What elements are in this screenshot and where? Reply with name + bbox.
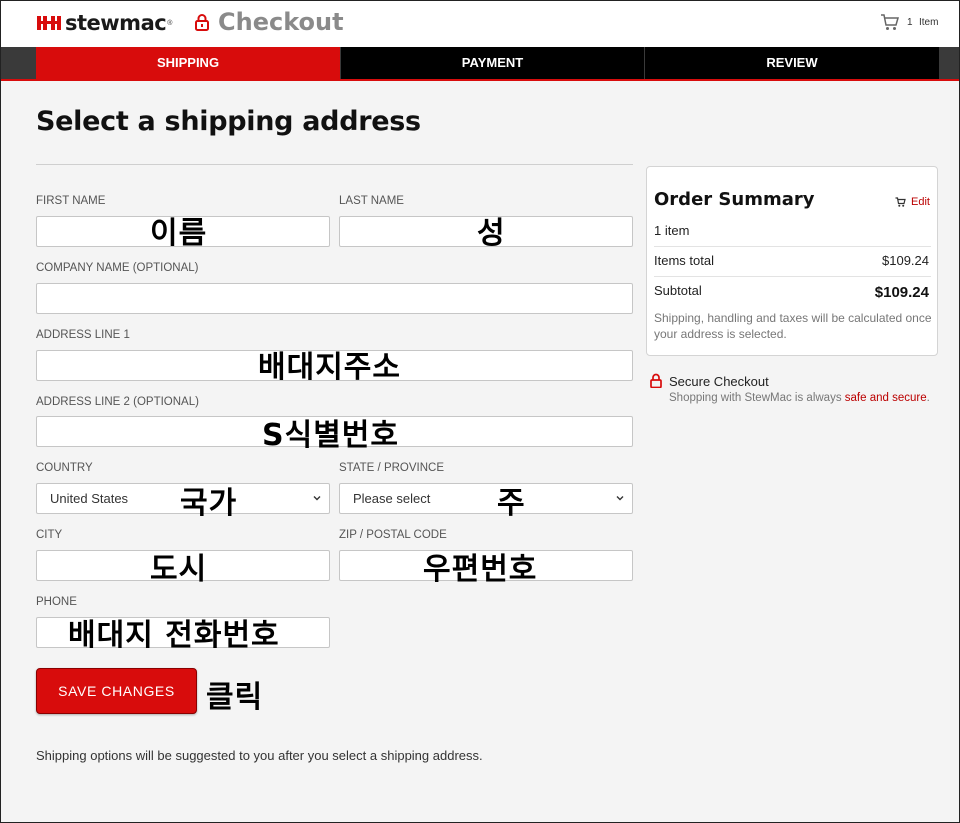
subtotal-label: Subtotal <box>654 283 702 298</box>
city-label: CITY <box>36 529 63 541</box>
safe-secure-link[interactable]: safe and secure <box>845 392 927 404</box>
secure-text: Shopping with StewMac is always <box>669 392 845 404</box>
item-count: 1 item <box>654 223 690 238</box>
checkout-steps: SHIPPING PAYMENT REVIEW <box>0 47 960 81</box>
cart-count[interactable]: 1 <box>907 17 913 28</box>
header-bar: stewmac ® Checkout 1 Item <box>0 0 960 47</box>
state-value: Please select <box>353 491 431 506</box>
step-shipping[interactable]: SHIPPING <box>36 47 340 79</box>
shipping-note: Shipping options will be suggested to yo… <box>36 748 483 763</box>
summary-divider <box>654 246 931 247</box>
secure-checkout-text: Shopping with StewMac is always safe and… <box>669 392 930 404</box>
chevron-down-icon <box>313 496 321 501</box>
company-input[interactable] <box>36 283 633 314</box>
first-name-label: FIRST NAME <box>36 195 106 207</box>
subtotal-value: $109.24 <box>874 284 929 301</box>
state-select[interactable]: Please select <box>339 483 633 514</box>
secure-end: . <box>926 392 930 404</box>
annotation-zip: 우편번호 <box>423 552 538 587</box>
brand-reg-mark: ® <box>167 19 173 27</box>
order-summary: Order Summary Edit 1 item Items total $1… <box>646 166 938 356</box>
annotation-country: 국가 <box>180 486 238 521</box>
stewmac-logo[interactable]: stewmac ® <box>37 11 172 35</box>
annotation-last-name: 성 <box>477 216 506 251</box>
save-changes-button[interactable]: SAVE CHANGES <box>36 668 197 714</box>
step-review[interactable]: REVIEW <box>645 47 939 79</box>
annotation-click: 클릭 <box>206 680 264 715</box>
annotation-phone: 배대지 전화번호 <box>68 618 280 653</box>
annotation-first-name: 이름 <box>150 216 208 251</box>
items-total-value: $109.24 <box>882 253 929 268</box>
items-total-label: Items total <box>654 253 714 268</box>
zip-label: ZIP / POSTAL CODE <box>339 529 447 541</box>
annotation-city: 도시 <box>150 552 208 587</box>
phone-label: PHONE <box>36 596 77 608</box>
annotation-address2: S식별번호 <box>262 418 400 453</box>
country-label: COUNTRY <box>36 462 93 474</box>
annotation-address1: 배대지주소 <box>258 350 401 385</box>
step-payment[interactable]: PAYMENT <box>341 47 644 79</box>
order-summary-title: Order Summary <box>654 189 815 210</box>
company-label: COMPANY NAME (OPTIONAL) <box>36 262 199 274</box>
cart-edit-icon[interactable] <box>895 197 906 207</box>
summary-note: Shipping, handling and taxes will be cal… <box>654 311 932 341</box>
address1-label: ADDRESS LINE 1 <box>36 329 130 341</box>
lock-icon <box>195 14 209 31</box>
last-name-label: LAST NAME <box>339 195 404 207</box>
cart-label[interactable]: Item <box>919 17 938 28</box>
checkout-title: Checkout <box>218 8 344 36</box>
divider <box>36 164 633 165</box>
secure-checkout-title: Secure Checkout <box>669 374 769 389</box>
page-title: Select a shipping address <box>36 106 421 137</box>
chevron-down-icon <box>616 496 624 501</box>
address2-label: ADDRESS LINE 2 (OPTIONAL) <box>36 396 199 408</box>
logo-mark-icon <box>37 14 61 32</box>
edit-cart-link[interactable]: Edit <box>911 196 930 208</box>
annotation-state: 주 <box>497 486 526 521</box>
cart-icon[interactable] <box>880 13 900 31</box>
secure-lock-icon <box>650 373 662 388</box>
brand-name: stewmac <box>65 11 167 35</box>
summary-divider <box>654 276 931 277</box>
state-label: STATE / PROVINCE <box>339 462 445 474</box>
country-value: United States <box>50 491 129 506</box>
